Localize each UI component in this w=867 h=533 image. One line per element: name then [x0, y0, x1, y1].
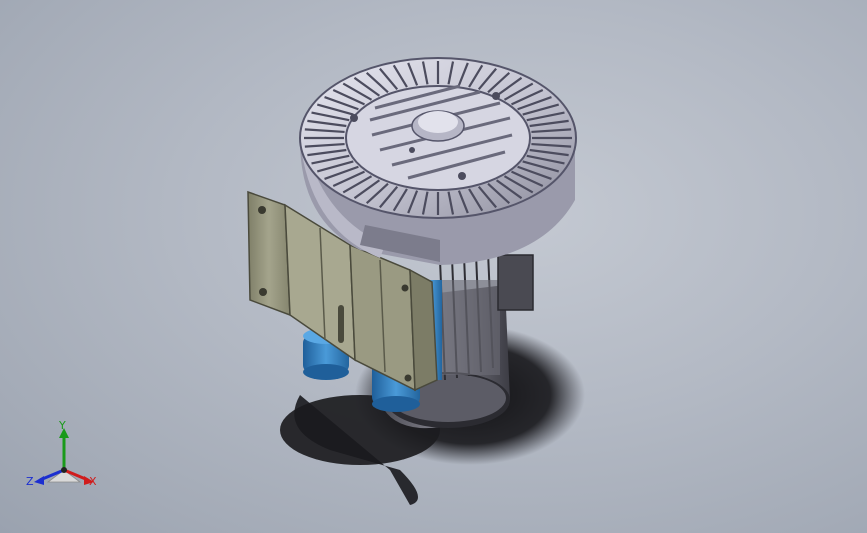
blower-top-cover	[299, 57, 577, 219]
blower-motor-model[interactable]	[0, 0, 867, 533]
z-axis-arrow	[34, 476, 44, 485]
cad-viewport[interactable]: Y Z X	[0, 0, 867, 533]
z-axis-label: Z	[26, 475, 34, 488]
coordinate-triad[interactable]: Y Z X	[26, 420, 106, 500]
triad-axes	[34, 428, 94, 485]
triad-origin	[61, 467, 67, 473]
y-axis-label: Y	[59, 419, 66, 432]
x-axis-label: X	[89, 475, 97, 488]
